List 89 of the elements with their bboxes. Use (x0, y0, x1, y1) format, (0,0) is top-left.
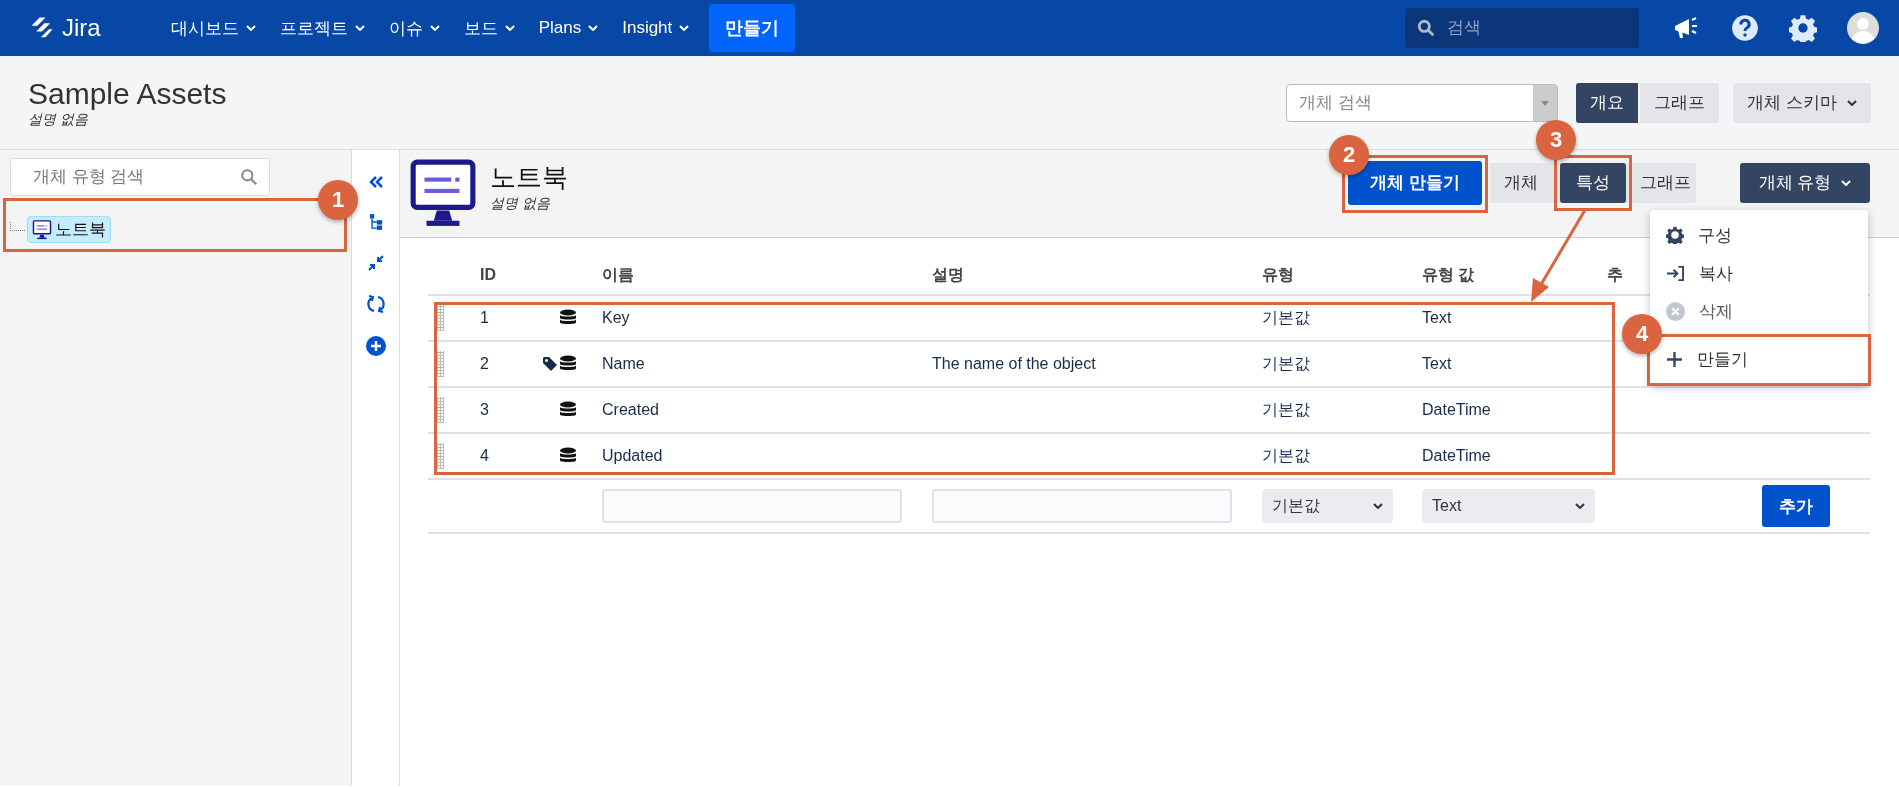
delete-icon (1666, 301, 1685, 321)
table-cell-text: 2 (479, 355, 489, 373)
table-cell-text: 3 (479, 401, 489, 419)
page-description: 설명 없음 (28, 110, 89, 129)
column-header: 이름 (601, 264, 634, 285)
page-title: Sample Assets (28, 76, 227, 111)
table-cell-text: 4 (479, 447, 489, 465)
help-icon[interactable] (1731, 14, 1759, 42)
table-cell-text: Text (1421, 309, 1452, 327)
table-cell-text: 1 (479, 309, 489, 327)
gear-icon (1666, 226, 1684, 244)
chevron-down-icon (1847, 99, 1857, 106)
chevron-down-icon (504, 25, 515, 31)
create-button[interactable]: 만들기 (709, 4, 796, 52)
type-value-select[interactable]: Text (1422, 489, 1595, 523)
search-icon (240, 168, 258, 186)
chevron-down-icon (354, 25, 365, 31)
database-icon (559, 309, 577, 327)
column-header: 추 (1606, 264, 1623, 285)
drag-handle[interactable] (436, 443, 444, 469)
chevron-down-icon (679, 25, 690, 31)
table-cell-text: DateTime (1421, 401, 1491, 419)
table-cell-text: Created (601, 401, 659, 419)
table-cell-text: Updated (601, 447, 663, 465)
menu-item[interactable]: 만들기 (1662, 340, 1752, 378)
monitor-icon (410, 158, 476, 229)
nav-menu[interactable]: Insight (610, 8, 702, 48)
nav-menu[interactable]: Plans (526, 8, 611, 48)
app-logo-text[interactable]: Jira (62, 14, 101, 42)
nav-menu[interactable]: 프로젝트 (267, 8, 377, 48)
chevron-down-icon (245, 25, 256, 31)
add-icon[interactable] (365, 336, 386, 356)
nav-menu[interactable]: 보드 (451, 8, 527, 48)
view-tab[interactable]: 그래프 (1640, 82, 1720, 123)
type-select[interactable]: 기본값 (1262, 489, 1393, 523)
drag-handle[interactable] (436, 351, 444, 377)
chevron-down-icon (588, 25, 599, 31)
chevron-down-icon (1575, 503, 1585, 509)
collapse-icon[interactable] (367, 174, 384, 190)
shrink-icon[interactable] (366, 254, 385, 272)
table-cell-text: Key (601, 309, 630, 327)
chevron-down-icon (429, 25, 440, 31)
column-header: 유형 (1261, 264, 1294, 285)
avatar-icon[interactable] (1847, 12, 1879, 44)
table-cell-text: Text (1421, 355, 1452, 373)
drag-handle[interactable] (436, 397, 444, 423)
monitor-icon (32, 219, 52, 240)
hierarchy-icon[interactable] (368, 212, 383, 232)
table-cell-text: 기본값 (1261, 353, 1310, 374)
object-type-title: 노트북 (490, 161, 568, 194)
column-header: ID (479, 266, 496, 284)
search-icon (1417, 19, 1435, 37)
menu-item[interactable]: 구성 (1662, 216, 1736, 254)
chevron-down-icon (1373, 503, 1383, 509)
table-cell-text: Name (601, 355, 645, 373)
copy-icon (1666, 264, 1685, 282)
view-tab[interactable]: 개요 (1576, 82, 1639, 123)
name-input-field[interactable] (602, 489, 902, 523)
column-header: 유형 값 (1421, 264, 1475, 285)
plus-icon (1666, 350, 1683, 368)
nav-menu[interactable]: 대시보드 (158, 8, 268, 48)
nav-menu[interactable]: 이슈 (376, 8, 452, 48)
menu-item[interactable]: 삭제 (1662, 292, 1737, 330)
schema-menu-button[interactable]: 개체 스키마 (1733, 82, 1871, 123)
tree-item[interactable]: 노트북 (27, 216, 111, 243)
object-type-description: 설명 없음 (490, 195, 551, 213)
column-header: 설명 (931, 264, 964, 285)
menu-item[interactable]: 복사 (1662, 254, 1737, 292)
view-tab[interactable]: 특성 (1560, 162, 1626, 203)
tag-icon (542, 356, 558, 372)
database-icon (559, 401, 577, 419)
table-cell-text: 기본값 (1261, 307, 1310, 328)
settings-icon[interactable] (1789, 14, 1817, 42)
refresh-icon[interactable] (365, 294, 386, 314)
search-field[interactable]: 개체 유형 검색 (10, 158, 270, 196)
object-search-field[interactable]: 개체 검색 (1286, 83, 1559, 122)
drag-handle[interactable] (436, 305, 444, 331)
database-icon (559, 447, 577, 465)
description-input-field[interactable] (932, 489, 1232, 523)
database-icon (559, 355, 577, 373)
table-cell-text: DateTime (1421, 447, 1491, 465)
table-cell-text: 기본값 (1261, 399, 1310, 420)
table-cell-text: 기본값 (1261, 445, 1310, 466)
annotation-badge: 4 (1622, 314, 1662, 354)
search-field[interactable]: 검색 (1405, 8, 1639, 48)
add-button[interactable]: 추가 (1762, 485, 1830, 527)
table-cell: The name of the object (932, 355, 1096, 372)
chevron-down-icon (1841, 179, 1852, 186)
object-type-menu-button[interactable]: 개체 유형 (1740, 162, 1870, 203)
